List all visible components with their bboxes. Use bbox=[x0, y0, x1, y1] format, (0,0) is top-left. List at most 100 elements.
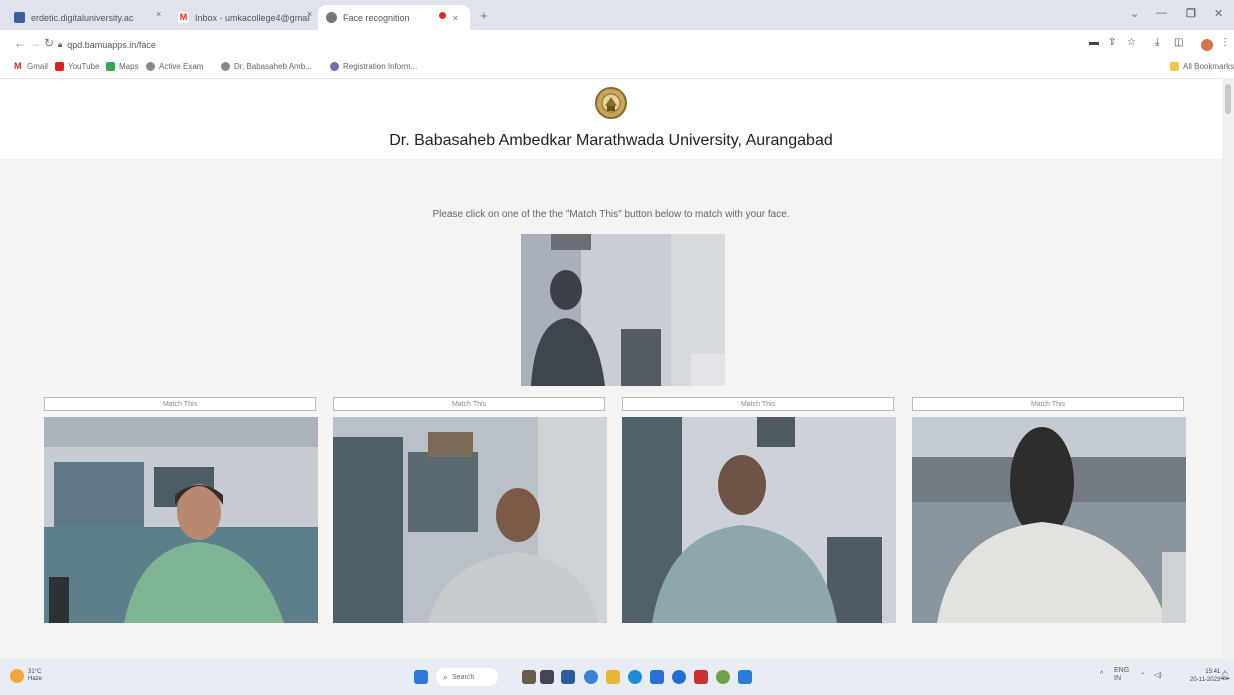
tab-search-icon[interactable]: ⌄ bbox=[1130, 7, 1139, 20]
weather-temp: 31°C bbox=[28, 669, 42, 675]
lock-icon: 🔒︎ bbox=[58, 39, 63, 49]
match-this-button-2[interactable]: Match This bbox=[333, 397, 605, 411]
app-icon[interactable] bbox=[694, 670, 708, 684]
bookmark-dr-babasaheb[interactable]: Dr. Babasaheb Amb... bbox=[221, 62, 312, 71]
url-text: qpd.bamuapps.in/face bbox=[67, 39, 156, 50]
back-icon[interactable]: ← bbox=[14, 36, 26, 50]
close-icon[interactable]: × bbox=[156, 9, 161, 19]
windows-start-icon[interactable] bbox=[414, 670, 428, 684]
download-icon[interactable]: ⤓ bbox=[1155, 37, 1159, 48]
university-title: Dr. Babasaheb Ambedkar Marathwada Univer… bbox=[389, 132, 833, 149]
wifi-icon[interactable]: ◔ bbox=[1140, 671, 1144, 678]
notification-icon[interactable]: 🔔︎ bbox=[1219, 670, 1230, 681]
scrollbar-thumb[interactable] bbox=[1225, 84, 1231, 114]
forward-icon[interactable]: → bbox=[29, 36, 41, 50]
clock[interactable]: 15:41 20-11-2023 bbox=[1190, 668, 1220, 684]
language-indicator[interactable]: ENG IN bbox=[1114, 667, 1129, 683]
restore-icon[interactable]: ❐ bbox=[1186, 7, 1196, 20]
app-icon[interactable] bbox=[738, 670, 752, 684]
search-placeholder: Search bbox=[452, 673, 475, 681]
new-tab-button[interactable]: + bbox=[480, 8, 488, 23]
all-bookmarks[interactable]: All Bookmarks bbox=[1170, 62, 1234, 71]
tab-title: Face recognition bbox=[343, 12, 410, 23]
page-scrollbar[interactable] bbox=[1222, 78, 1234, 659]
bookmark-label: Maps bbox=[119, 62, 139, 71]
tab-title: erdetic.digitaluniversity.ac bbox=[31, 12, 134, 23]
weather-widget[interactable]: 31°C Haze bbox=[10, 669, 42, 683]
bookmark-label: Active Exam bbox=[159, 62, 204, 71]
clock-date: 20-11-2023 bbox=[1190, 677, 1221, 683]
clock-time: 15:41 bbox=[1205, 669, 1221, 675]
youtube-icon bbox=[55, 62, 64, 71]
side-panel-icon[interactable]: ◫ bbox=[1174, 37, 1183, 48]
match-this-button-1[interactable]: Match This bbox=[44, 397, 316, 411]
bookmark-star-icon[interactable]: ☆ bbox=[1127, 37, 1136, 48]
recording-indicator-icon bbox=[439, 12, 446, 19]
menu-icon[interactable]: ⋮ bbox=[1220, 37, 1230, 48]
language-code: ENG bbox=[1114, 667, 1130, 674]
bookmarks-bar: M Gmail YouTube Maps Active Exam Dr. Bab… bbox=[0, 58, 1234, 79]
gmail-icon: M bbox=[178, 12, 189, 23]
bookmark-label: Registration Inform... bbox=[343, 62, 418, 71]
gmail-icon: M bbox=[14, 61, 22, 71]
store-icon[interactable] bbox=[650, 670, 664, 684]
face-match-panel: Please click on one of the the "Match Th… bbox=[0, 159, 1222, 659]
task-view-icon[interactable] bbox=[561, 670, 575, 684]
tab-digitaluniversity[interactable]: erdetic.digitaluniversity.ac bbox=[6, 5, 146, 30]
close-icon[interactable]: × bbox=[453, 13, 458, 23]
minimize-icon[interactable]: — bbox=[1156, 7, 1167, 19]
tab-title: Inbox - umkacollege4@gmail... bbox=[195, 12, 310, 23]
page-icon bbox=[14, 12, 25, 23]
address-bar[interactable]: 🔒︎ qpd.bamuapps.in/face bbox=[58, 37, 156, 52]
chat-icon[interactable] bbox=[584, 670, 598, 684]
windows-taskbar: 31°C Haze ⌕ Search ^ ENG IN ◔ ◁) 15:41 2… bbox=[0, 659, 1234, 695]
volume-icon[interactable]: ◁) bbox=[1154, 671, 1162, 679]
all-bookmarks-label: All Bookmarks bbox=[1183, 62, 1234, 71]
instruction-text: Please click on one of the the "Match Th… bbox=[432, 209, 790, 220]
file-explorer-icon[interactable] bbox=[606, 670, 620, 684]
bookmark-registration[interactable]: Registration Inform... bbox=[330, 62, 417, 71]
chevron-up-icon[interactable]: ^ bbox=[1100, 671, 1103, 678]
bookmark-label: Gmail bbox=[27, 62, 48, 71]
edge-icon[interactable] bbox=[628, 670, 642, 684]
share-icon[interactable]: ⇪ bbox=[1108, 37, 1116, 48]
bookmark-label: Dr. Babasaheb Amb... bbox=[234, 62, 312, 71]
extension-icon[interactable]: ▬ bbox=[1089, 37, 1099, 48]
maps-icon bbox=[106, 62, 115, 71]
candidate-photo-4 bbox=[912, 417, 1186, 623]
app-icon[interactable] bbox=[672, 670, 686, 684]
globe-icon bbox=[146, 62, 155, 71]
sun-icon bbox=[10, 669, 24, 683]
folder-icon bbox=[1170, 62, 1179, 71]
tab-face-recognition[interactable]: Face recognition × bbox=[318, 5, 470, 30]
bookmark-label: YouTube bbox=[68, 62, 100, 71]
bookmark-maps[interactable]: Maps bbox=[106, 62, 139, 71]
weather-desc: Haze bbox=[28, 676, 43, 682]
match-this-button-3[interactable]: Match This bbox=[622, 397, 894, 411]
copilot-icon[interactable] bbox=[522, 670, 536, 684]
globe-icon bbox=[326, 12, 337, 23]
taskbar-search[interactable]: ⌕ Search bbox=[436, 668, 498, 686]
bookmark-youtube[interactable]: YouTube bbox=[55, 62, 99, 71]
app-icon[interactable] bbox=[540, 670, 554, 684]
profile-avatar[interactable] bbox=[1201, 39, 1213, 51]
page-header: Dr. Babasaheb Ambedkar Marathwada Univer… bbox=[0, 79, 1222, 159]
chrome-icon[interactable] bbox=[716, 670, 730, 684]
browser-tab-strip: erdetic.digitaluniversity.ac × M Inbox -… bbox=[0, 0, 1234, 30]
candidate-photo-2 bbox=[333, 417, 607, 623]
candidate-photo-3 bbox=[622, 417, 896, 623]
globe-icon bbox=[221, 62, 230, 71]
match-this-button-4[interactable]: Match This bbox=[912, 397, 1184, 411]
bookmark-gmail[interactable]: M Gmail bbox=[14, 61, 48, 72]
close-window-icon[interactable]: ✕ bbox=[1214, 7, 1223, 20]
search-icon: ⌕ bbox=[443, 671, 449, 682]
tab-gmail-inbox[interactable]: M Inbox - umkacollege4@gmail... bbox=[170, 5, 310, 30]
globe-icon bbox=[330, 62, 339, 71]
bookmark-active-exam[interactable]: Active Exam bbox=[146, 62, 203, 71]
reload-icon[interactable]: ↻ bbox=[44, 36, 54, 50]
close-icon[interactable]: × bbox=[307, 9, 312, 19]
browser-toolbar: ← → ↻ 🔒︎ qpd.bamuapps.in/face ▬ ⇪ ☆ ⤓ ◫ … bbox=[0, 30, 1234, 58]
university-logo bbox=[595, 87, 627, 119]
region-code: IN bbox=[1114, 675, 1121, 682]
candidate-photo-1 bbox=[44, 417, 318, 623]
